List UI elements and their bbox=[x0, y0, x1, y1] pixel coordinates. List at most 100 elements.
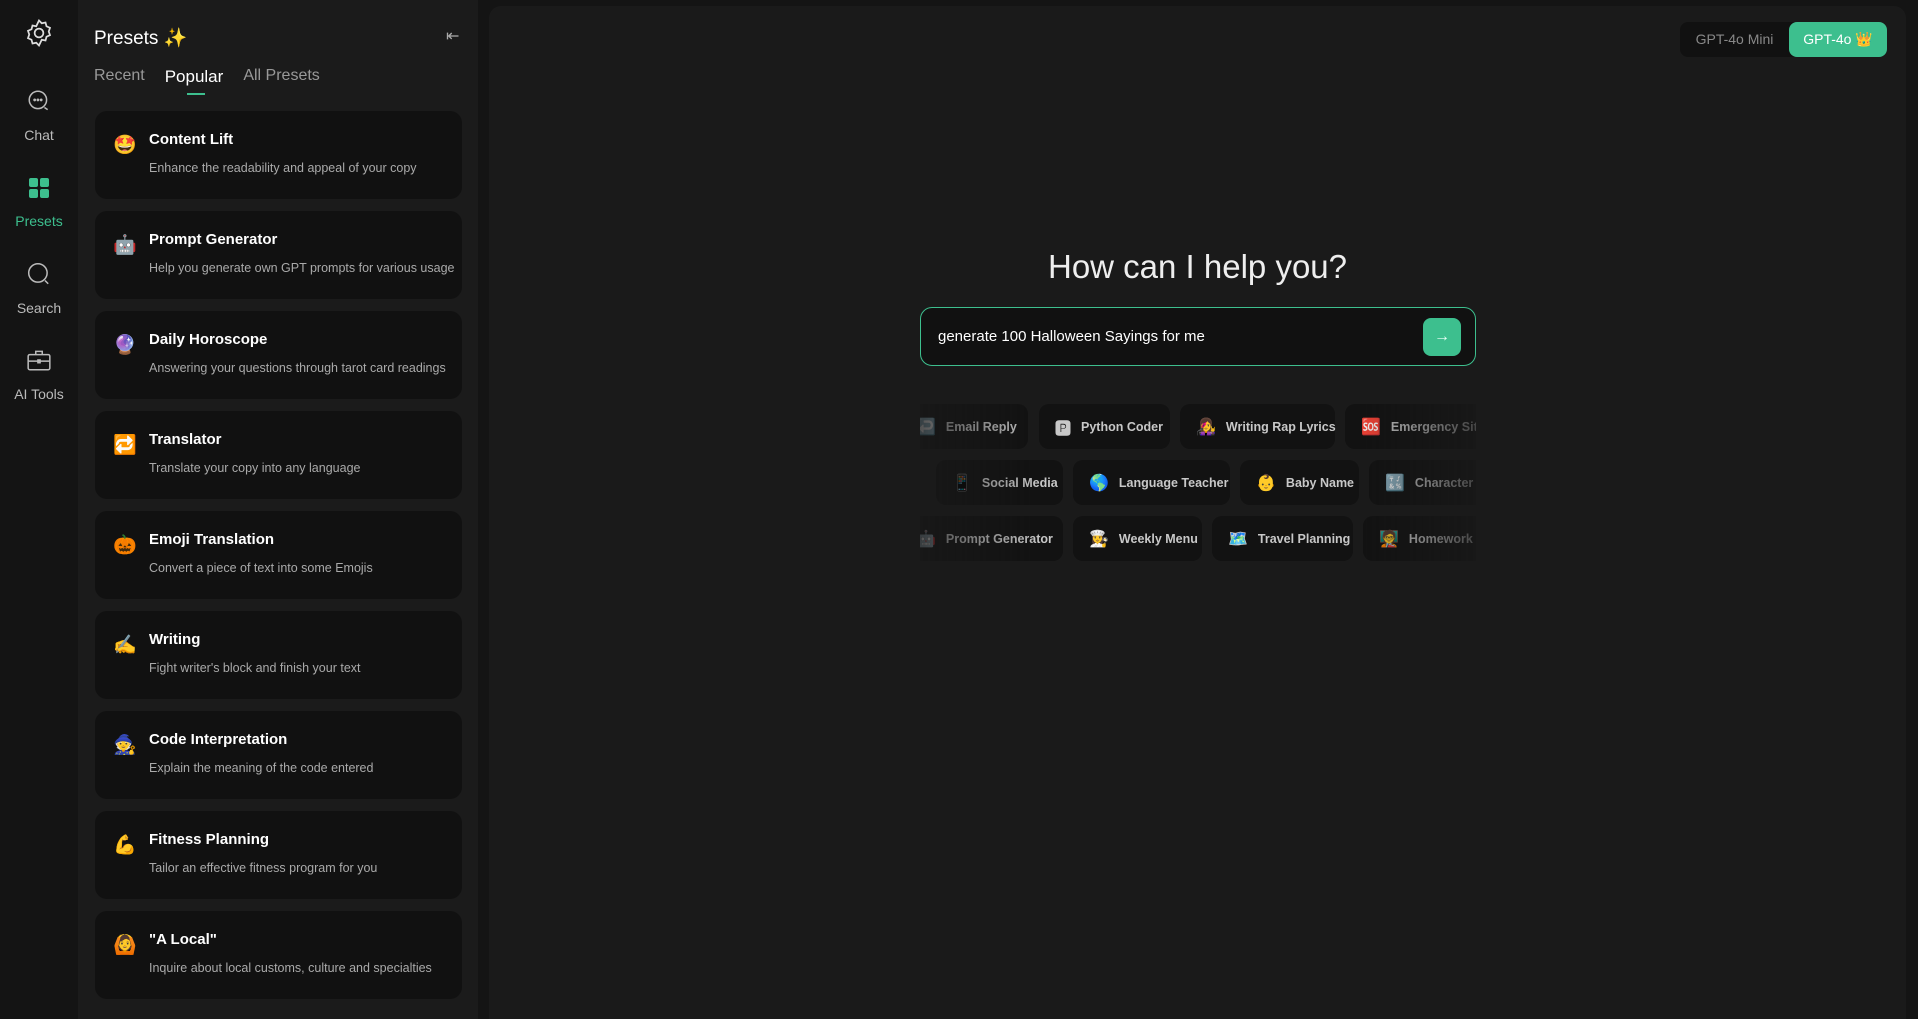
preset-description: Enhance the readability and appeal of yo… bbox=[149, 161, 417, 175]
chip-emoji-icon: 🤖 bbox=[920, 530, 936, 548]
preset-card[interactable]: 🧙 Code Interpretation Explain the meaning … bbox=[95, 711, 462, 799]
panel-title: Presets ✨ bbox=[94, 28, 188, 49]
preset-emoji-icon: 🤩 bbox=[113, 135, 137, 156]
nav-rail: Chat Presets Search AI Tools bbox=[0, 0, 78, 1019]
preset-description: Inquire about local customs, culture and… bbox=[149, 961, 432, 975]
grid-icon bbox=[29, 178, 49, 198]
rail-item-presets[interactable]: Presets bbox=[0, 176, 78, 229]
rail-label: Chat bbox=[24, 127, 54, 143]
suggestion-chips: ↩️ Email Reply 🅿 Python Coder 👩‍🎤 Writing Rap… bbox=[920, 396, 1476, 566]
tab-popular[interactable]: Popular bbox=[165, 67, 223, 95]
suggestion-chip[interactable]: ↩️ Email Reply bbox=[920, 404, 1028, 449]
preset-title: Emoji Translation bbox=[149, 531, 275, 548]
suggestion-chip[interactable]: 🔣 Character Art bbox=[1369, 460, 1476, 505]
chip-emoji-icon: 📱 bbox=[952, 474, 972, 492]
presets-panel: Presets ✨ ⇤ Recent Popular All Presets 🤩… bbox=[78, 0, 478, 1019]
chip-emoji-icon: 🗺️ bbox=[1228, 530, 1248, 548]
preset-description: Answering your questions through tarot c… bbox=[149, 361, 446, 375]
prompt-box: → bbox=[920, 307, 1476, 366]
preset-card[interactable]: 🔮 Daily Horoscope Answering your questions… bbox=[95, 311, 462, 399]
chip-emoji-icon: 🆘 bbox=[1361, 418, 1381, 436]
preset-card[interactable]: 🙆 "A Local" Inquire about local customs, c… bbox=[95, 911, 462, 999]
chip-emoji-icon: 👩‍🎤 bbox=[1196, 418, 1216, 436]
model-gpt-4o[interactable]: GPT-4o 👑 bbox=[1789, 22, 1887, 57]
suggestion-chip[interactable]: 🌎 Language Teacher bbox=[1073, 460, 1230, 505]
preset-title: Content Lift bbox=[149, 131, 234, 148]
preset-title: Writing bbox=[149, 631, 201, 648]
chip-label: Writing Rap Lyrics bbox=[1225, 419, 1336, 434]
rail-label: AI Tools bbox=[14, 386, 64, 402]
chip-label: Python Coder bbox=[1081, 419, 1163, 434]
arrow-right-icon: → bbox=[1434, 328, 1450, 345]
preset-emoji-icon: 🙆 bbox=[113, 935, 137, 956]
chip-label: Social Media bbox=[981, 475, 1058, 490]
suggestion-chip[interactable]: 👩‍🎤 Writing Rap Lyrics bbox=[1180, 404, 1336, 449]
preset-emoji-icon: 🧙 bbox=[113, 735, 137, 756]
chip-label: Homework Helper bbox=[1408, 531, 1476, 546]
preset-card[interactable]: 🤖 Prompt Generator Help you generate own G… bbox=[95, 211, 462, 299]
rail-label: Presets bbox=[15, 213, 63, 229]
suggestion-chip[interactable]: 🆘 Emergency Situation bbox=[1345, 404, 1476, 449]
preset-card[interactable]: 🤩 Content Lift Enhance the readability and… bbox=[95, 111, 462, 199]
preset-description: Explain the meaning of the code entered bbox=[149, 761, 374, 775]
preset-card[interactable]: 🎃 Emoji Translation Convert a piece of tex… bbox=[95, 511, 462, 599]
preset-description: Fight writer's block and finish your tex… bbox=[149, 661, 361, 675]
model-gpt-4o-mini[interactable]: GPT-4o Mini bbox=[1680, 22, 1789, 57]
tab-recent[interactable]: Recent bbox=[94, 67, 145, 95]
preset-emoji-icon: 🔮 bbox=[113, 335, 137, 356]
chip-label: Weekly Menu bbox=[1118, 531, 1198, 546]
page-title: How can I help you? bbox=[1047, 248, 1347, 285]
toolbox-icon bbox=[27, 350, 51, 371]
preset-tabs: Recent Popular All Presets bbox=[94, 67, 320, 95]
preset-emoji-icon: 🤖 bbox=[113, 235, 137, 256]
suggestion-chip[interactable]: 👶 Baby Name bbox=[1240, 460, 1359, 505]
chat-bubble-icon bbox=[28, 90, 49, 111]
prompt-input[interactable] bbox=[938, 308, 1408, 365]
rail-item-chat[interactable]: Chat bbox=[0, 88, 78, 143]
preset-emoji-icon: 🔁 bbox=[113, 435, 137, 456]
preset-description: Tailor an effective fitness program for … bbox=[149, 861, 378, 875]
chip-label: Email Reply bbox=[945, 419, 1017, 434]
rail-item-search[interactable]: Search bbox=[0, 261, 78, 316]
chip-label: Baby Name bbox=[1285, 475, 1355, 490]
preset-title: Code Interpretation bbox=[149, 731, 288, 748]
preset-emoji-icon: 🎃 bbox=[113, 535, 137, 556]
preset-card[interactable]: 🔁 Translator Translate your copy into any … bbox=[95, 411, 462, 499]
preset-description: Help you generate own GPT prompts for va… bbox=[149, 261, 455, 275]
chip-emoji-icon: 👶 bbox=[1256, 474, 1276, 492]
preset-description: Translate your copy into any language bbox=[149, 461, 361, 475]
preset-title: Translator bbox=[149, 431, 222, 448]
suggestion-chip[interactable]: 🧑‍🏫 Homework Helper bbox=[1363, 516, 1476, 561]
rail-label: Search bbox=[16, 300, 62, 316]
preset-emoji-icon: ✍️ bbox=[113, 635, 137, 656]
send-button[interactable]: → bbox=[1423, 318, 1461, 356]
settings-button[interactable] bbox=[0, 18, 78, 53]
main-area: GPT-4o Mini GPT-4o 👑 How can I help you?… bbox=[489, 6, 1906, 1019]
chip-label: Emergency Situation bbox=[1390, 419, 1476, 434]
suggestion-chip[interactable]: 🤖 Prompt Generator bbox=[920, 516, 1063, 561]
suggestion-chip[interactable]: 🗺️ Travel Planning bbox=[1212, 516, 1353, 561]
chip-label: Character Art bbox=[1414, 475, 1476, 490]
chip-label: Prompt Generator bbox=[945, 531, 1053, 546]
chip-emoji-icon: 🧑‍🏫 bbox=[1379, 530, 1399, 548]
chip-emoji-icon: 🌎 bbox=[1089, 474, 1109, 492]
tab-all-presets[interactable]: All Presets bbox=[243, 67, 319, 95]
preset-description: Convert a piece of text into some Emojis bbox=[149, 561, 373, 575]
gear-icon bbox=[26, 19, 52, 47]
rail-item-ai-tools[interactable]: AI Tools bbox=[0, 347, 78, 402]
suggestion-chip[interactable]: 🅿 Python Coder bbox=[1039, 404, 1170, 449]
preset-card[interactable]: ✍️ Writing Fight writer's block and finish… bbox=[95, 611, 462, 699]
suggestion-chip[interactable]: 📱 Social Media bbox=[936, 460, 1063, 505]
search-icon bbox=[27, 262, 49, 285]
chip-emoji-icon: 🔣 bbox=[1385, 474, 1405, 492]
collapse-panel-icon[interactable]: ⇤ bbox=[446, 26, 459, 46]
preset-emoji-icon: 💪 bbox=[113, 835, 137, 856]
preset-title: Daily Horoscope bbox=[149, 331, 268, 348]
suggestion-chip[interactable]: 👩‍🍳 Weekly Menu bbox=[1073, 516, 1202, 561]
preset-title: Prompt Generator bbox=[149, 231, 278, 248]
preset-title: "A Local" bbox=[149, 931, 217, 948]
chip-emoji-icon: ↩️ bbox=[920, 418, 936, 436]
preset-card[interactable]: 💪 Fitness Planning Tailor an effective fit… bbox=[95, 811, 462, 899]
chip-label: Language Teacher bbox=[1118, 475, 1229, 490]
chip-emoji-icon: 👩‍🍳 bbox=[1089, 530, 1109, 548]
